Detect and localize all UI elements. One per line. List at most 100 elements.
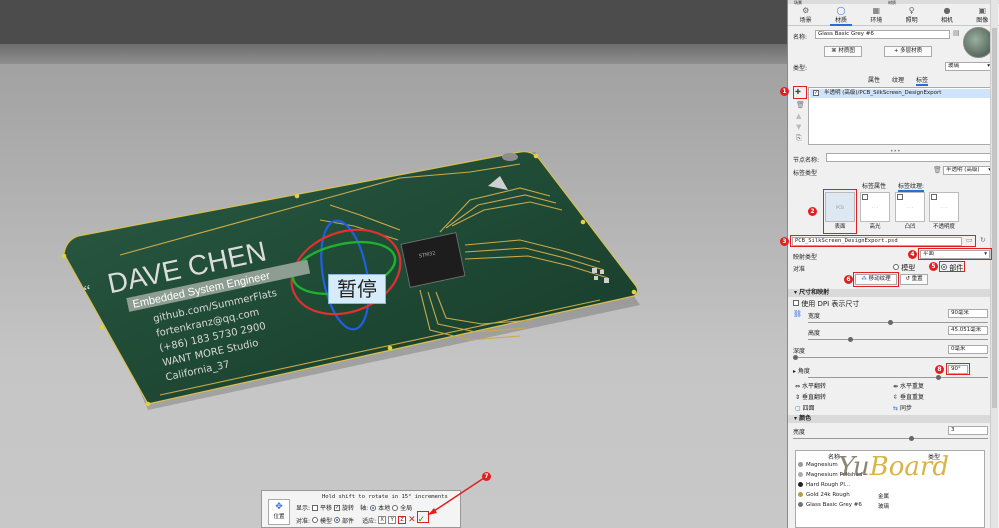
flip-vertical[interactable]: ⇕ 垂直翻转 (795, 392, 826, 401)
tab-environment[interactable]: ▦ 环境 (861, 4, 891, 25)
repeat-vertical-icon: ⇳ (893, 394, 900, 401)
badge-7: 7 (482, 472, 491, 481)
target-part-radio[interactable]: 部件 (941, 263, 963, 273)
add-label-icon[interactable]: ✚ (795, 88, 801, 96)
node-name-input[interactable] (826, 153, 994, 162)
badge-3: 3 (780, 237, 789, 246)
height-slider[interactable] (808, 337, 988, 342)
mapping-type-select[interactable]: 平面 ▾ (920, 250, 990, 259)
material-name-input[interactable]: Glass Basic Grey #6 (815, 30, 950, 39)
node-name-label: 节点名称: (793, 157, 820, 164)
target-model-radio[interactable]: 模型 (893, 263, 915, 273)
material-sub-tabs: 属性 纹理 标签 (868, 75, 929, 86)
tab-scene[interactable]: ⚙ 场景 (791, 4, 821, 25)
tab-properties[interactable]: 属性 (868, 75, 880, 86)
use-dpi-checkbox[interactable]: 使用 DPI 表示尺寸 (793, 299, 859, 309)
repeat-horizontal-icon: ⇹ (893, 383, 900, 390)
depth-label: 深度 (793, 348, 806, 355)
lighting-icon: ♀ (908, 6, 915, 15)
link-icon[interactable]: ⛓ (793, 310, 802, 318)
size-mapping-section[interactable]: ▾ 尺寸和映射 (788, 289, 992, 297)
angle-label: ▸ 角度 (793, 368, 810, 375)
height-input[interactable]: 45.051毫米 (948, 326, 988, 335)
material-row[interactable]: Glass Basic Grey #6 玻璃 (798, 502, 889, 510)
copy-icon[interactable]: ⎘ (796, 134, 802, 143)
label-list-item[interactable]: ✓ 半透明 (高级)/PCB_SilkScreen_DesignExport (810, 89, 990, 98)
material-graph-button[interactable]: ⌘ 材质图 (824, 46, 862, 57)
sync-toggle[interactable]: ⇆ 同步 (893, 403, 912, 412)
width-input[interactable]: 90毫米 (948, 309, 988, 318)
scene-icon: ⚙ (802, 6, 810, 15)
move-texture-button[interactable]: ⁂ 移动纹理 (855, 274, 897, 285)
brightness-input[interactable]: 3 (948, 426, 988, 435)
camera-icon: ● (943, 6, 951, 15)
flip-horizontal-icon: ⇔ (795, 383, 802, 390)
material-type-select[interactable]: 玻璃 ▾ (945, 62, 993, 71)
folder-icon[interactable]: ▭ (966, 236, 973, 244)
environment-icon: ▦ (872, 6, 881, 15)
sync-icon: ⇆ (893, 405, 900, 412)
repeat-horizontal[interactable]: ⇹ 水平重复 (893, 381, 924, 390)
height-label: 高度 (808, 330, 821, 337)
label-sub-tabs: 标签属性 标签纹理: (862, 181, 925, 192)
material-row[interactable]: Magnesium (798, 462, 838, 468)
label-type-select[interactable]: 半透明 (高级)▾ (943, 166, 993, 175)
tab-camera[interactable]: ● 相机 (932, 4, 962, 25)
brightness-slider[interactable] (793, 436, 988, 441)
depth-input[interactable]: 0毫米 (948, 345, 988, 354)
move-down-icon[interactable]: ▼ (796, 123, 801, 131)
reset-button[interactable]: ↺ 重置 (900, 274, 928, 285)
scrollbar-thumb (992, 28, 997, 408)
flip-vertical-icon: ⇕ (795, 394, 802, 401)
type-label: 类型: (793, 65, 808, 72)
texture-slot-bump[interactable]: · · · 凸凹 (895, 192, 925, 232)
badge-4: 4 (908, 250, 917, 259)
tab-label-textures[interactable]: 标签纹理: (898, 181, 925, 192)
tab-labels[interactable]: 标签 (916, 75, 929, 86)
flip-horizontal[interactable]: ⇔ 水平翻转 (795, 381, 826, 390)
multi-layer-button[interactable]: + 多层材质 (884, 46, 932, 57)
save-icon[interactable]: ▤ (953, 29, 960, 37)
main-tabs: ⚙ 场景 ◯ 材质 ▦ 环境 ♀ 照明 ● 相机 ▣ 图像 (788, 4, 999, 26)
name-label: 名称: (793, 34, 808, 41)
material-row[interactable]: Hard Rough Pl... (798, 482, 850, 488)
texture-slot-surface[interactable]: PCB 表面 (825, 192, 855, 232)
material-row[interactable]: Gold 24k Rough 金属 (798, 492, 889, 500)
panel-scrollbar[interactable] (990, 0, 998, 528)
texture-slot-opacity[interactable]: · · · 不透明度 (929, 192, 959, 232)
angle-slider[interactable] (808, 375, 988, 380)
width-slider[interactable] (808, 320, 988, 325)
target-label: 对准 (793, 266, 806, 273)
texture-slot-specular[interactable]: · · · 高光 (860, 192, 890, 232)
brightness-label: 亮度 (793, 429, 806, 436)
depth-slider[interactable] (793, 355, 988, 360)
trash-icon[interactable]: 🗑 (933, 166, 942, 174)
delete-icon[interactable]: 🗑 (796, 101, 805, 109)
badge-5: 5 (929, 262, 938, 271)
refresh-icon[interactable]: ↻ (980, 236, 986, 244)
tab-label-properties[interactable]: 标签属性 (862, 181, 886, 192)
tab-lighting[interactable]: ♀ 照明 (897, 4, 927, 25)
width-label: 宽度 (808, 313, 821, 320)
move-up-icon[interactable]: ▲ (796, 112, 801, 120)
label-list-item-text: 半透明 (高级)/PCB_SilkScreen_DesignExport (824, 90, 942, 96)
color-section[interactable]: ▾ 颜色 (788, 415, 992, 423)
material-icon: ◯ (836, 6, 846, 15)
watermark-logo: YuBoard (838, 452, 949, 482)
angle-input[interactable]: 90° (948, 365, 968, 374)
label-list: ✓ 半透明 (高级)/PCB_SilkScreen_DesignExport (808, 87, 992, 145)
badge-8: 8 (935, 365, 944, 374)
texture-file-input[interactable]: PCB_SilkScreen_DesignExport.psd (792, 237, 962, 246)
badge-6: 6 (844, 275, 853, 284)
label-visible-checkbox[interactable]: ✓ (813, 90, 819, 96)
label-type-label: 标签类型 (793, 170, 818, 177)
badge-2: 2 (808, 207, 817, 216)
four-sides[interactable]: ▢ 四面 (795, 403, 815, 412)
tab-textures[interactable]: 纹理 (892, 75, 904, 86)
mapping-type-label: 映射类型 (793, 254, 818, 261)
repeat-vertical[interactable]: ⇳ 垂直重复 (893, 392, 924, 401)
tab-material[interactable]: ◯ 材质 (826, 4, 856, 26)
four-sides-icon: ▢ (795, 405, 803, 412)
badge-1: 1 (780, 87, 789, 96)
move-texture-icon: ⁂ (861, 276, 869, 282)
